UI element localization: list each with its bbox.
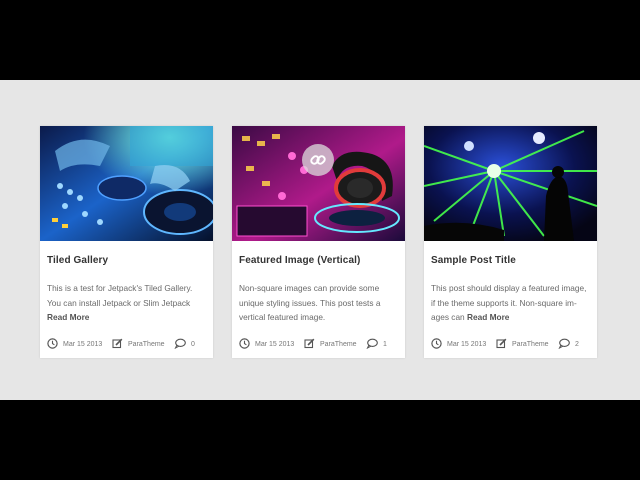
post-title[interactable]: Sample Post Title <box>431 255 516 266</box>
clock-icon <box>431 338 442 351</box>
post-meta: Mar 15 2013 ParaTheme 2 <box>431 338 593 352</box>
comment-count[interactable]: 2 <box>575 341 579 348</box>
comment-icon <box>558 338 570 351</box>
author-text[interactable]: ParaTheme <box>512 341 549 348</box>
post-card: Sample Post Title This post should displ… <box>424 126 597 358</box>
post-comments[interactable]: 0 <box>174 338 195 351</box>
edit-icon <box>496 338 507 351</box>
featured-image[interactable] <box>40 126 213 241</box>
post-card: Featured Image (Vertical) Non-square ima… <box>232 126 405 358</box>
post-date: Mar 15 2013 <box>431 338 486 351</box>
post-excerpt: Non-square images can provide some uniqu… <box>239 281 399 325</box>
clock-icon <box>239 338 250 351</box>
date-text: Mar 15 2013 <box>447 341 487 348</box>
author-text[interactable]: ParaTheme <box>320 341 357 348</box>
edit-icon <box>304 338 315 351</box>
excerpt-text: This is a test for Jetpack's Tiled Galle… <box>47 283 193 308</box>
post-comments[interactable]: 2 <box>558 338 579 351</box>
post-title[interactable]: Tiled Gallery <box>47 255 108 266</box>
comment-icon <box>366 338 378 351</box>
post-title[interactable]: Featured Image (Vertical) <box>239 255 360 266</box>
post-date: Mar 15 2013 <box>47 338 102 351</box>
date-text: Mar 15 2013 <box>255 341 295 348</box>
clock-icon <box>47 338 58 351</box>
comment-count[interactable]: 0 <box>191 341 195 348</box>
post-author[interactable]: ParaTheme <box>112 338 165 351</box>
post-meta: Mar 15 2013 ParaTheme 0 <box>47 338 209 352</box>
featured-image[interactable] <box>232 126 405 241</box>
read-more-link[interactable]: Read More <box>467 312 509 322</box>
post-date: Mar 15 2013 <box>239 338 294 351</box>
letterbox-top <box>0 0 640 80</box>
excerpt-text: Non-square images can provide some uniqu… <box>239 283 381 322</box>
featured-image[interactable] <box>424 126 597 241</box>
edit-icon <box>112 338 123 351</box>
post-excerpt: This is a test for Jetpack's Tiled Galle… <box>47 281 207 325</box>
post-meta: Mar 15 2013 ParaTheme 1 <box>239 338 401 352</box>
post-excerpt: This post should display a featured imag… <box>431 281 591 325</box>
post-author[interactable]: ParaTheme <box>304 338 357 351</box>
read-more-link[interactable]: Read More <box>47 312 89 322</box>
post-grid: Tiled Gallery This is a test for Jetpack… <box>0 80 640 400</box>
post-card: Tiled Gallery This is a test for Jetpack… <box>40 126 213 358</box>
comment-count[interactable]: 1 <box>383 341 387 348</box>
comment-icon <box>174 338 186 351</box>
date-text: Mar 15 2013 <box>63 341 103 348</box>
letterbox-bottom <box>0 400 640 480</box>
author-text[interactable]: ParaTheme <box>128 341 165 348</box>
post-author[interactable]: ParaTheme <box>496 338 549 351</box>
link-icon[interactable] <box>302 144 334 176</box>
post-comments[interactable]: 1 <box>366 338 387 351</box>
